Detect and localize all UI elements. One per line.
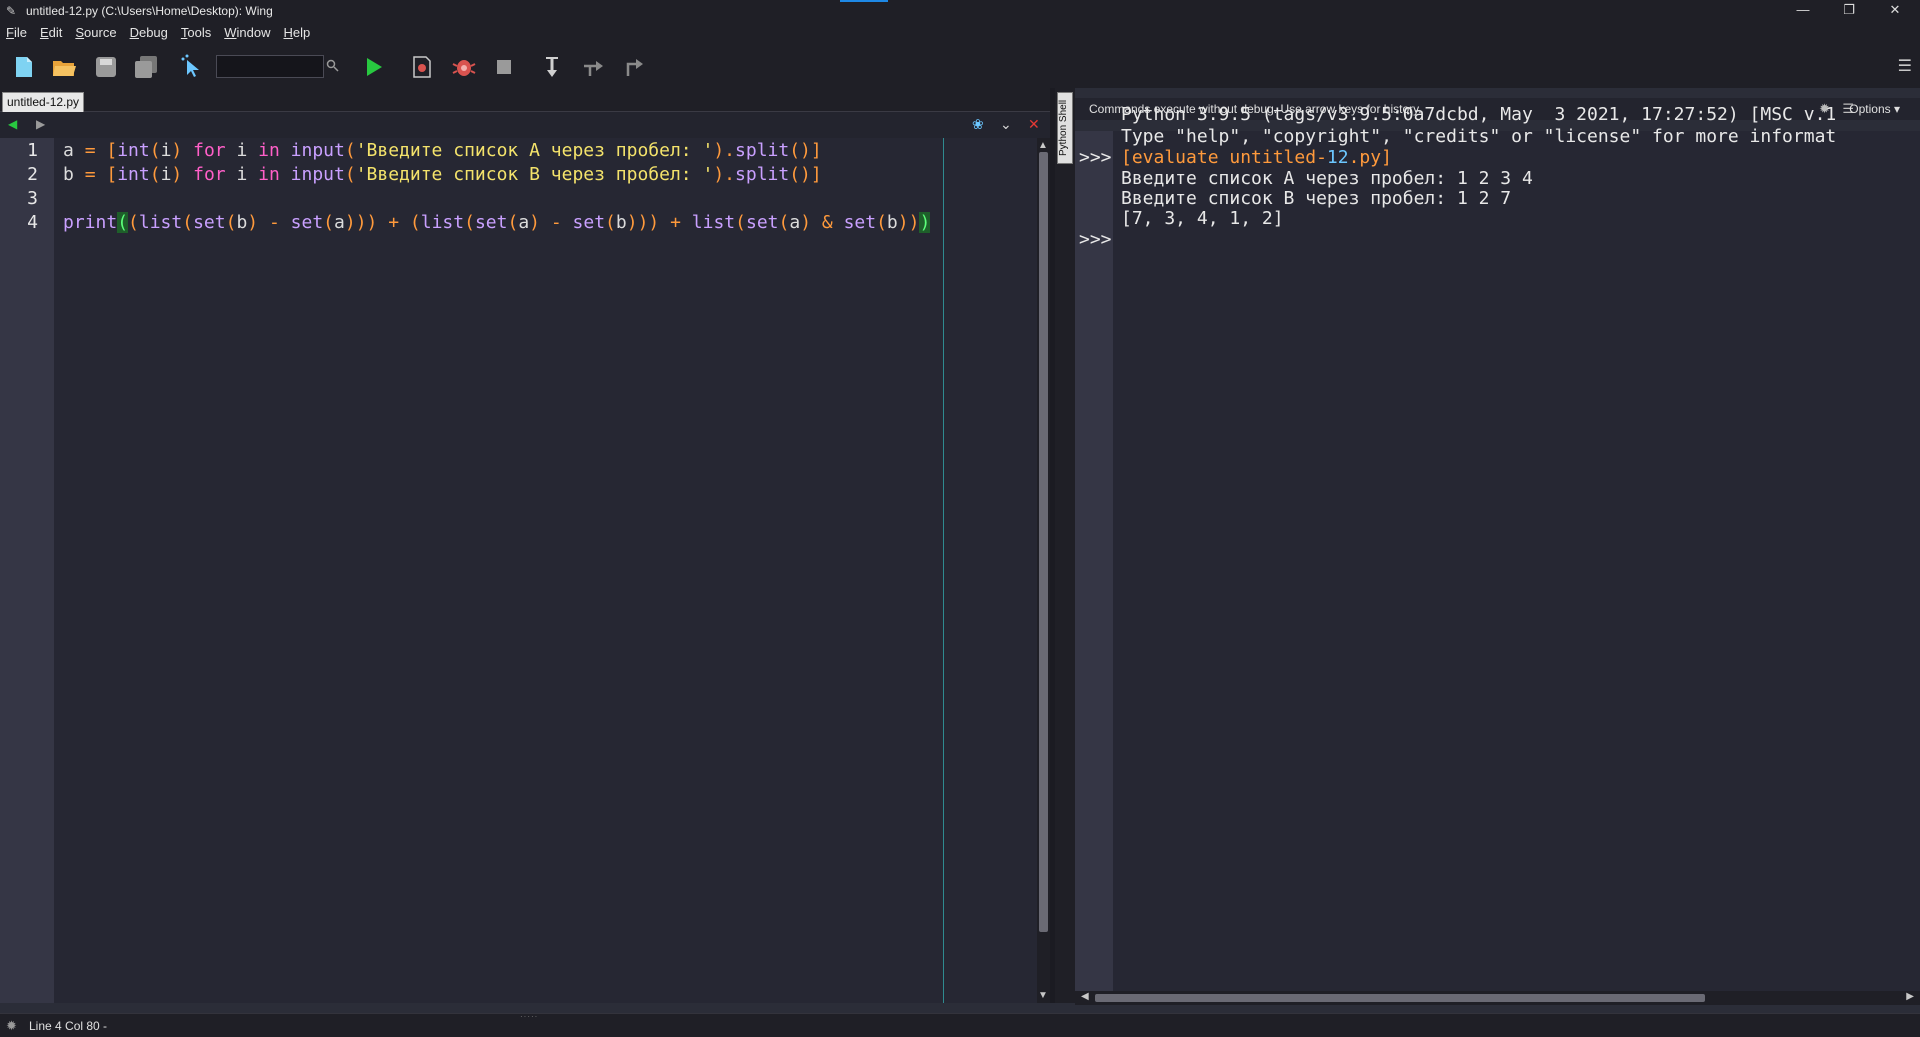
scroll-thumb[interactable]: [1095, 994, 1705, 1002]
cursor-position: Line 4 Col 80 -: [29, 1019, 108, 1033]
shell-output-line: Type "help", "copyright", "credits" or "…: [1121, 126, 1837, 147]
line-number: 3: [27, 188, 38, 209]
shell-evaluate-line: [evaluate untitled-12.py]: [1121, 147, 1392, 168]
line-number: 1: [27, 140, 38, 161]
menu-bar: File Edit Source Debug Tools Window Help: [0, 22, 1920, 44]
menu-help[interactable]: Help: [284, 22, 311, 44]
title-accent-bar: [840, 0, 888, 2]
code-editor[interactable]: 1 2 3 4 a = [int(i) for i in input('Введ…: [0, 138, 1037, 1003]
prompt-column: >>> >>>: [1075, 131, 1113, 991]
python-logo-icon[interactable]: ❀: [972, 116, 984, 133]
editor-tab-strip: untitled-12.py: [0, 88, 1055, 112]
toolbar: ☰: [0, 44, 1920, 88]
editor-vertical-scrollbar[interactable]: ▲ ▼: [1037, 138, 1050, 1003]
tab-python-shell[interactable]: Python Shell: [1057, 92, 1073, 164]
restore-button[interactable]: ❐: [1826, 0, 1872, 22]
scroll-right-icon[interactable]: ▶: [1906, 991, 1914, 1002]
step-over-icon[interactable]: [580, 54, 608, 80]
search-icon[interactable]: [326, 58, 340, 74]
menu-file[interactable]: File: [6, 22, 27, 44]
code-line-2: b = [int(i) for i in input('Введите спис…: [63, 164, 822, 185]
menu-debug[interactable]: Debug: [130, 22, 168, 44]
close-window-button[interactable]: ✕: [1872, 0, 1918, 22]
scroll-up-icon[interactable]: ▲: [1038, 140, 1048, 151]
stop-icon[interactable]: [490, 54, 518, 80]
pointer-select-icon[interactable]: [178, 54, 206, 80]
open-folder-icon[interactable]: [50, 54, 78, 80]
forward-arrow-icon[interactable]: ▶: [36, 117, 45, 131]
line-number-gutter: 1 2 3 4: [0, 138, 54, 1003]
shell-side-tab-strip: Python Shell: [1055, 88, 1075, 1003]
step-out-icon[interactable]: [620, 54, 648, 80]
edge-marker-line: [943, 138, 944, 1003]
wing-pen-icon: ✎: [6, 4, 17, 18]
run-icon[interactable]: [360, 54, 388, 80]
shell-output-line: [7, 3, 4, 1, 2]: [1121, 208, 1284, 229]
menu-source[interactable]: Source: [75, 22, 116, 44]
chevron-down-icon[interactable]: ⌄: [1000, 116, 1012, 133]
record-icon[interactable]: [408, 54, 436, 80]
debug-bug-icon[interactable]: [450, 54, 478, 80]
title-bar: ✎ untitled-12.py (C:\Users\Home\Desktop)…: [0, 0, 1920, 22]
minimize-button[interactable]: —: [1780, 0, 1826, 22]
resize-grip[interactable]: ·····: [520, 1012, 538, 1021]
code-line-1: a = [int(i) for i in input('Введите спис…: [63, 140, 822, 161]
line-number: 2: [27, 164, 38, 185]
shell-horizontal-scrollbar[interactable]: ◀ ▶: [1075, 991, 1920, 1005]
python-shell[interactable]: >>> >>> Python 3.9.5 (tags/v3.9.5:0a7dcb…: [1075, 104, 1920, 991]
hamburger-menu-icon[interactable]: ☰: [1898, 56, 1912, 76]
menu-edit[interactable]: Edit: [40, 22, 62, 44]
code-line-4: print((list(set(b) - set(a))) + (list(se…: [63, 212, 931, 233]
new-file-icon[interactable]: [10, 54, 38, 80]
step-into-icon[interactable]: [538, 54, 566, 80]
shell-prompt: >>>: [1079, 147, 1112, 168]
status-bug-icon[interactable]: ✹: [6, 1018, 17, 1034]
back-arrow-icon[interactable]: ◀: [8, 117, 17, 131]
scroll-down-icon[interactable]: ▼: [1038, 990, 1048, 1001]
tab-untitled-12[interactable]: untitled-12.py: [2, 92, 85, 112]
shell-output-line: Введите список A через пробел: 1 2 3 4: [1121, 168, 1533, 189]
scroll-left-icon[interactable]: ◀: [1081, 991, 1089, 1002]
menu-tools[interactable]: Tools: [181, 22, 211, 44]
save-all-icon[interactable]: [132, 54, 160, 80]
status-bar: ✹ Line 4 Col 80 - ·····: [0, 1012, 1920, 1037]
line-number: 4: [27, 212, 38, 233]
menu-window[interactable]: Window: [224, 22, 270, 44]
shell-prompt: >>>: [1079, 229, 1112, 250]
window-title: untitled-12.py (C:\Users\Home\Desktop): …: [26, 4, 273, 18]
shell-output-line: Введите список B через пробел: 1 2 7: [1121, 188, 1512, 209]
scroll-thumb[interactable]: [1039, 152, 1048, 932]
editor-header: ◀ ▶ ❀ ⌄ ✕: [0, 112, 1050, 138]
shell-output-line: Python 3.9.5 (tags/v3.9.5:0a7dcbd, May 3…: [1121, 104, 1837, 125]
search-input[interactable]: [216, 55, 324, 78]
close-editor-icon[interactable]: ✕: [1028, 116, 1040, 133]
save-icon[interactable]: [92, 54, 120, 80]
